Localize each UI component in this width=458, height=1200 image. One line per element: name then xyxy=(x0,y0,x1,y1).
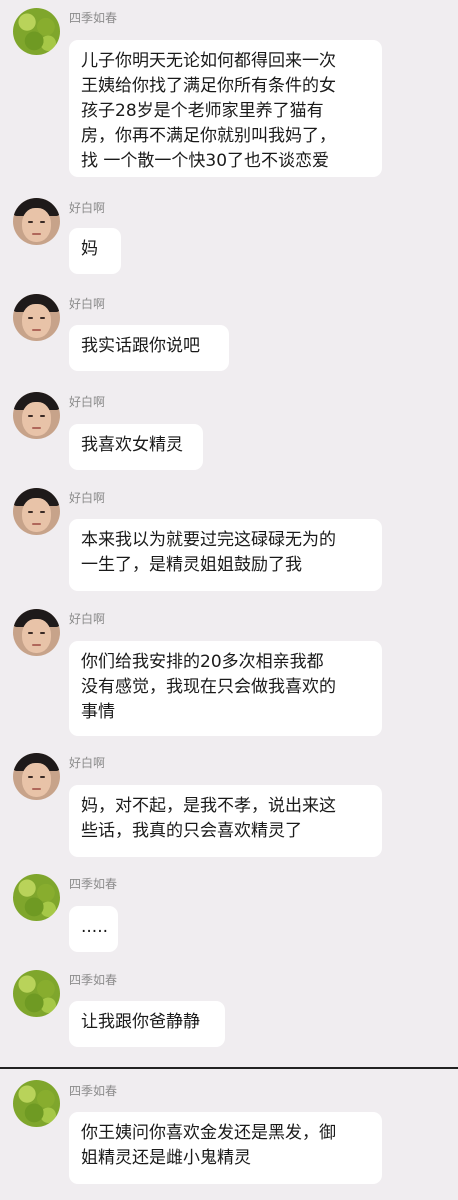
sender-name: 好白啊 xyxy=(69,201,106,215)
sender-name: 好白啊 xyxy=(69,612,106,626)
sender-name: 好白啊 xyxy=(69,491,106,505)
sender-name: 四季如春 xyxy=(69,1084,118,1098)
sender-name: 四季如春 xyxy=(69,11,118,25)
message-bubble[interactable]: 让我跟你爸静静 xyxy=(69,1001,225,1047)
avatar[interactable] xyxy=(13,1080,60,1127)
chat-screen: 四季如春 儿子你明天无论如何都得回来一次 王姨给你找了满足你所有条件的女 孩子2… xyxy=(0,0,458,1200)
message-bubble[interactable]: 我喜欢女精灵 xyxy=(69,424,203,470)
message-bubble[interactable]: 我实话跟你说吧 xyxy=(69,325,229,371)
message-bubble[interactable]: 你们给我安排的20多次相亲我都 没有感觉，我现在只会做我喜欢的 事情 xyxy=(69,641,382,736)
message-bubble[interactable]: 本来我以为就要过完这碌碌无为的 一生了，是精灵姐姐鼓励了我 xyxy=(69,519,382,591)
avatar[interactable] xyxy=(13,609,60,656)
avatar[interactable] xyxy=(13,970,60,1017)
message-bubble[interactable]: 妈 xyxy=(69,228,121,274)
sender-name: 四季如春 xyxy=(69,973,118,987)
sender-name: 好白啊 xyxy=(69,395,106,409)
avatar[interactable] xyxy=(13,198,60,245)
message-bubble[interactable]: 你王姨问你喜欢金发还是黑发，御 姐精灵还是雌小鬼精灵 xyxy=(69,1112,382,1184)
message-bubble[interactable]: 儿子你明天无论如何都得回来一次 王姨给你找了满足你所有条件的女 孩子28岁是个老… xyxy=(69,40,382,177)
avatar[interactable] xyxy=(13,294,60,341)
avatar[interactable] xyxy=(13,488,60,535)
screenshot-divider xyxy=(0,1067,458,1069)
avatar[interactable] xyxy=(13,874,60,921)
sender-name: 好白啊 xyxy=(69,297,106,311)
message-bubble[interactable]: 妈，对不起，是我不孝，说出来这 些话，我真的只会喜欢精灵了 xyxy=(69,785,382,857)
sender-name: 好白啊 xyxy=(69,756,106,770)
sender-name: 四季如春 xyxy=(69,877,118,891)
avatar[interactable] xyxy=(13,753,60,800)
avatar[interactable] xyxy=(13,392,60,439)
message-bubble[interactable]: ..... xyxy=(69,906,118,952)
avatar[interactable] xyxy=(13,8,60,55)
